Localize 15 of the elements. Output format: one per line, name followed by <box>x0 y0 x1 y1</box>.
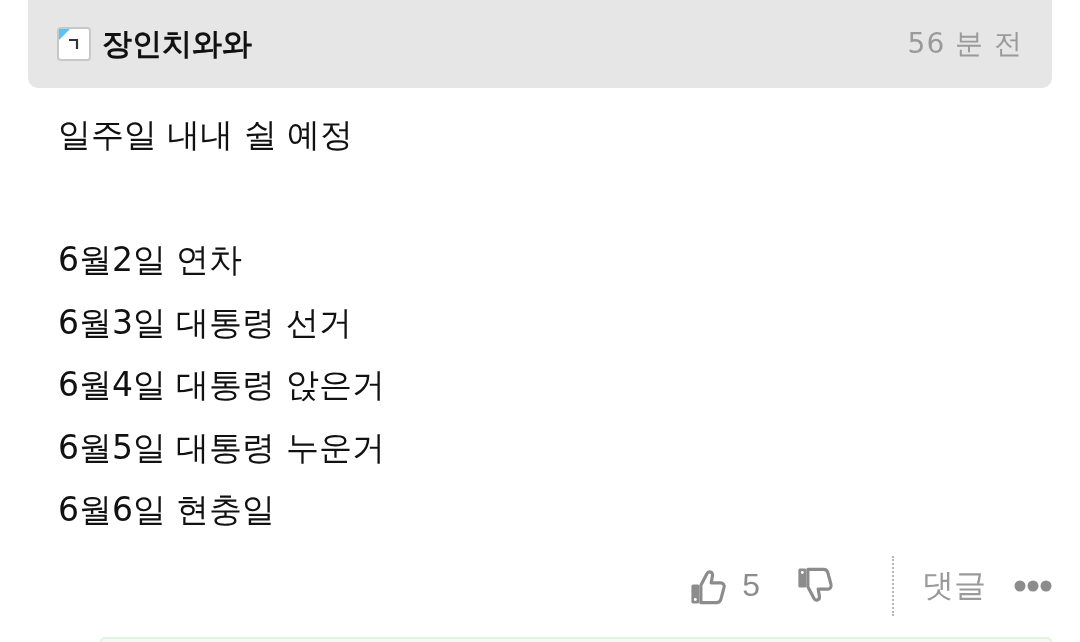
post-text-line: 6월4일 대통령 앉은거 <box>58 364 385 406</box>
post-text-line: 6월2일 연차 <box>58 239 243 281</box>
dislike-button[interactable] <box>796 566 834 605</box>
author-nickname[interactable]: 장인치와와 <box>102 23 252 65</box>
thumbs-down-icon <box>796 566 834 605</box>
post-text-line: 6월3일 대통령 선거 <box>58 301 352 344</box>
level-badge-icon <box>57 27 91 61</box>
more-button[interactable] <box>1014 579 1052 592</box>
reply-button[interactable]: 댓글 <box>922 563 986 608</box>
more-icon <box>1014 579 1052 592</box>
like-button[interactable]: 5 <box>689 566 760 605</box>
post-time: 56 분 전 <box>907 26 1023 62</box>
post-text-line: 6월6일 현충일 <box>58 489 276 531</box>
post-text-line: 6월5일 대통령 누운거 <box>58 426 385 469</box>
post-text-line: 일주일 내내 쉴 예정 <box>58 114 354 156</box>
